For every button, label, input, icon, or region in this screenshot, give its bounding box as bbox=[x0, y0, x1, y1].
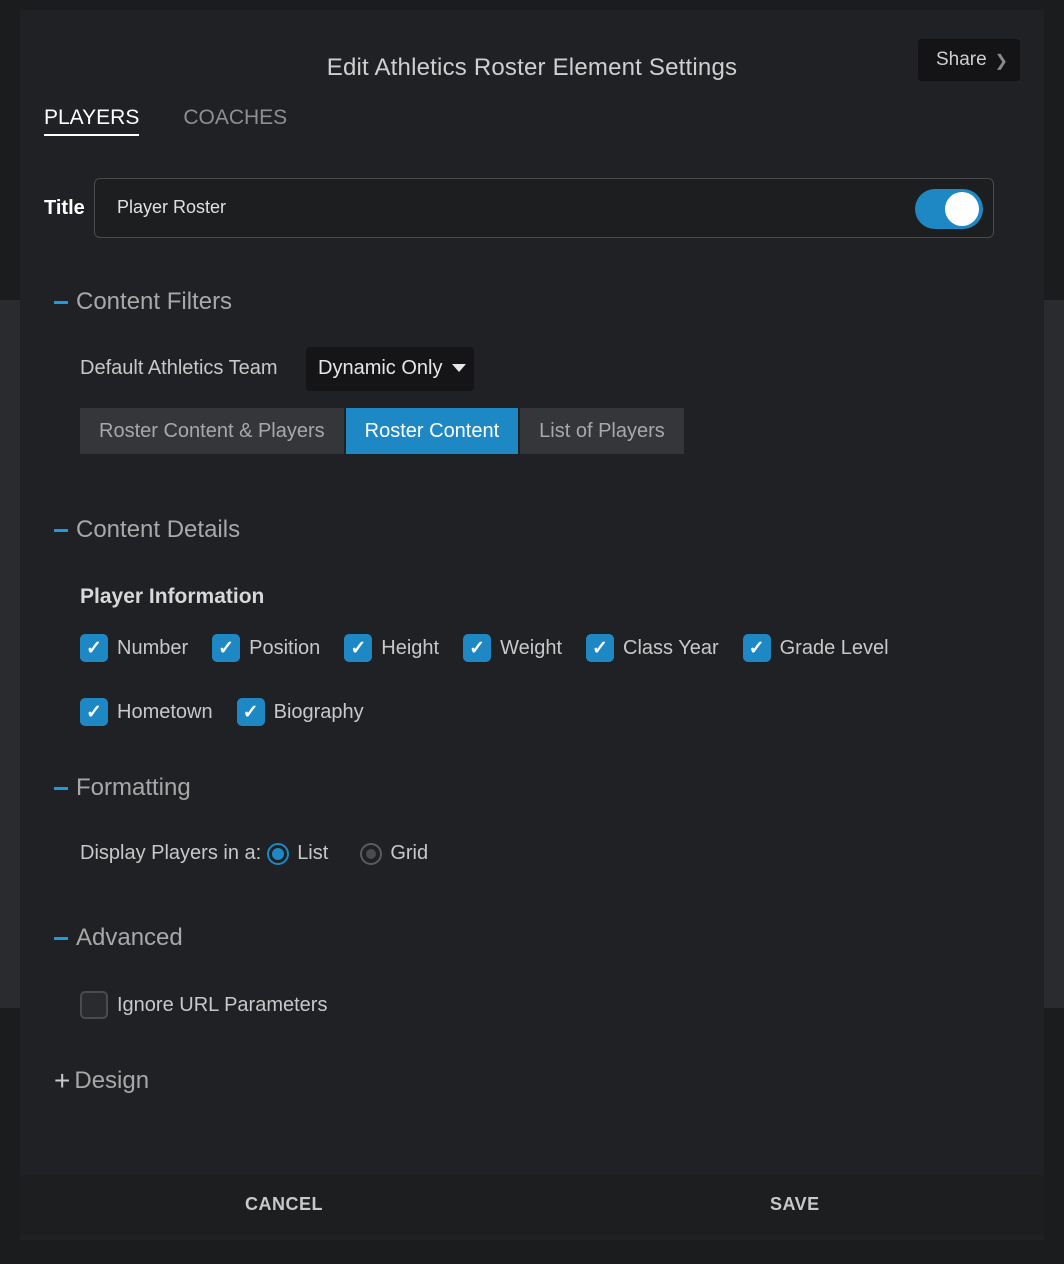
checkmark-icon: ✓ bbox=[80, 634, 108, 662]
radio-grid[interactable]: Grid bbox=[360, 842, 428, 865]
checkbox-row: ✓ Number ✓ Position ✓ Height ✓ Weight ✓ … bbox=[80, 634, 913, 662]
checkbox-ignore-url-parameters[interactable]: Ignore URL Parameters bbox=[80, 991, 327, 1019]
section-design[interactable]: + Design bbox=[54, 1067, 149, 1095]
tab-coaches[interactable]: COACHES bbox=[183, 106, 287, 136]
checkbox-label: Hometown bbox=[117, 700, 213, 723]
team-select[interactable]: Dynamic Only bbox=[306, 347, 474, 391]
section-heading: Content Filters bbox=[76, 288, 233, 315]
title-visibility-toggle[interactable] bbox=[915, 189, 983, 229]
player-information-heading: Player Information bbox=[80, 585, 265, 608]
tab-players[interactable]: PLAYERS bbox=[44, 106, 140, 136]
checkmark-icon: ✓ bbox=[463, 634, 492, 662]
checkbox-number[interactable]: ✓ Number bbox=[80, 634, 188, 662]
checkbox-label: Position bbox=[249, 636, 321, 659]
radio-selected-icon bbox=[267, 842, 290, 865]
backdrop-right bbox=[1044, 300, 1064, 1008]
checkbox-label: Ignore URL Parameters bbox=[117, 993, 328, 1016]
settings-modal: Edit Athletics Roster Element Settings S… bbox=[20, 10, 1044, 1240]
title-input[interactable] bbox=[117, 197, 877, 218]
collapse-minus-icon bbox=[54, 300, 68, 304]
section-content-details[interactable]: Content Details bbox=[54, 516, 240, 544]
checkbox-weight[interactable]: ✓ Weight bbox=[463, 634, 562, 662]
checkbox-class-year[interactable]: ✓ Class Year bbox=[586, 634, 719, 662]
checkbox-biography[interactable]: ✓ Biography bbox=[236, 698, 364, 726]
checkbox-label: Grade Level bbox=[779, 636, 889, 659]
segment-roster-content[interactable]: Roster Content bbox=[345, 408, 519, 454]
backdrop-left bbox=[0, 300, 20, 1008]
display-mode-radio-group: Display Players in a: List Grid bbox=[80, 842, 452, 865]
expand-plus-icon: + bbox=[54, 1065, 71, 1096]
checkbox-hometown[interactable]: ✓ Hometown bbox=[80, 698, 213, 726]
modal-footer: CANCEL SAVE bbox=[20, 1175, 1044, 1235]
collapse-minus-icon bbox=[54, 528, 68, 532]
save-button[interactable]: SAVE bbox=[764, 1193, 826, 1216]
collapse-minus-icon bbox=[54, 936, 68, 940]
share-label: Share bbox=[936, 49, 987, 70]
checkbox-row: Ignore URL Parameters bbox=[80, 991, 351, 1019]
section-heading: Content Details bbox=[76, 516, 241, 543]
checkbox-grade-level[interactable]: ✓ Grade Level bbox=[742, 634, 889, 662]
checkbox-position[interactable]: ✓ Position bbox=[212, 634, 320, 662]
display-mode-label: Display Players in a: bbox=[80, 842, 262, 864]
segment-list-of-players[interactable]: List of Players bbox=[520, 408, 684, 454]
checkmark-icon: ✓ bbox=[344, 634, 373, 662]
section-formatting[interactable]: Formatting bbox=[54, 774, 191, 802]
section-content-filters[interactable]: Content Filters bbox=[54, 288, 232, 316]
tab-bar: PLAYERS COACHES bbox=[44, 106, 287, 136]
title-label: Title bbox=[44, 197, 85, 219]
checkmark-icon: ✓ bbox=[742, 634, 771, 662]
radio-label: List bbox=[297, 842, 329, 864]
team-select-value: Dynamic Only bbox=[318, 357, 443, 379]
checkbox-label: Biography bbox=[273, 700, 364, 723]
checkmark-icon: ✓ bbox=[236, 698, 265, 726]
radio-label: Grid bbox=[390, 842, 429, 864]
checkbox-label: Height bbox=[381, 636, 440, 659]
section-heading: Design bbox=[74, 1067, 150, 1094]
team-label: Default Athletics Team bbox=[80, 357, 278, 379]
section-heading: Formatting bbox=[76, 774, 191, 801]
checkbox-label: Class Year bbox=[623, 636, 719, 659]
checkbox-row: ✓ Hometown ✓ Biography bbox=[80, 698, 388, 726]
checkbox-label: Number bbox=[117, 636, 189, 659]
section-advanced[interactable]: Advanced bbox=[54, 924, 183, 952]
radio-list[interactable]: List bbox=[267, 842, 328, 865]
checkbox-height[interactable]: ✓ Height bbox=[344, 634, 439, 662]
modal-title: Edit Athletics Roster Element Settings bbox=[326, 54, 738, 81]
section-heading: Advanced bbox=[76, 924, 183, 951]
content-type-segmented-control: Roster Content & Players Roster Content … bbox=[80, 408, 686, 454]
collapse-minus-icon bbox=[54, 786, 68, 790]
segment-roster-content-players[interactable]: Roster Content & Players bbox=[80, 408, 344, 454]
chevron-right-icon: ❯ bbox=[994, 53, 1008, 70]
caret-down-icon bbox=[452, 364, 466, 372]
checkbox-label: Weight bbox=[500, 636, 562, 659]
checkmark-icon: ✓ bbox=[586, 634, 614, 662]
checkmark-icon: ✓ bbox=[80, 698, 108, 726]
toggle-knob bbox=[945, 192, 979, 226]
checkmark-icon: ✓ bbox=[212, 634, 241, 662]
cancel-button[interactable]: CANCEL bbox=[239, 1193, 329, 1216]
radio-unselected-icon bbox=[360, 842, 383, 865]
share-button[interactable]: Share ❯ bbox=[918, 39, 1020, 81]
checkbox-empty-icon bbox=[80, 991, 108, 1019]
title-field-container bbox=[94, 178, 994, 238]
